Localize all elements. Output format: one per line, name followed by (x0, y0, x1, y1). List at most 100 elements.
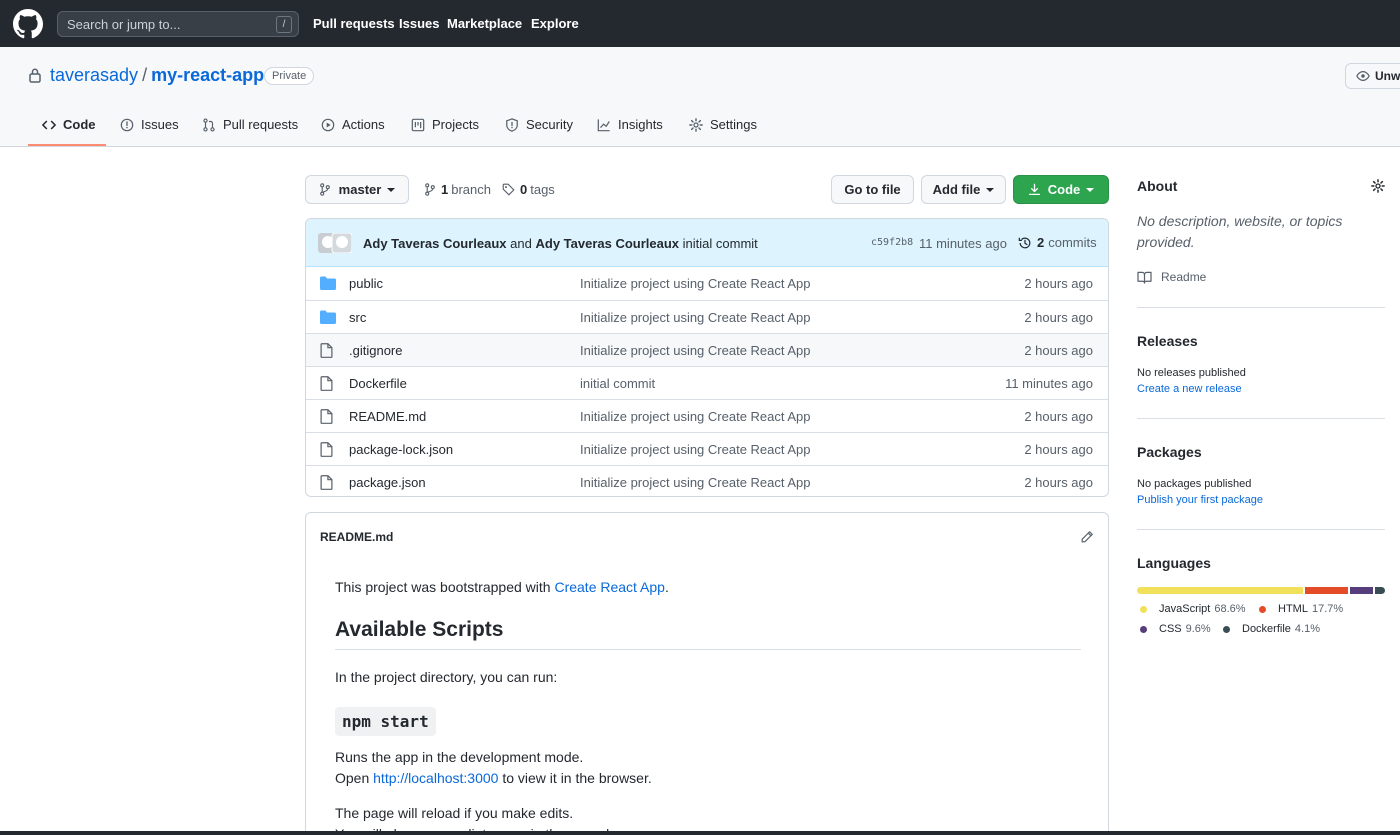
file-name-link[interactable]: src (349, 310, 366, 325)
tab-label: Code (63, 117, 96, 132)
language-item[interactable]: HTML 17.7% (1259, 603, 1343, 615)
branch-select-button[interactable]: master (305, 175, 409, 204)
tab-label: Insights (618, 117, 663, 132)
file-commit-message-link[interactable]: Initialize project using Create React Ap… (580, 310, 811, 325)
readme-text: to view it in the browser. (498, 770, 652, 786)
table-row[interactable]: Dockerfile initial commit 11 minutes ago (306, 366, 1108, 399)
chevron-down-icon (1086, 187, 1095, 192)
tab-actions[interactable]: Actions (321, 109, 385, 147)
repo-path: taverasady / my-react-app (50, 65, 264, 86)
table-row[interactable]: package.json Initialize project using Cr… (306, 465, 1108, 496)
commits-link[interactable]: 2 commits (1018, 235, 1097, 250)
avatar[interactable] (318, 233, 352, 253)
branch-count: 1 (441, 182, 449, 197)
branches-link[interactable]: 1 branch (424, 182, 491, 197)
table-row[interactable]: .gitignore Initialize project using Crea… (306, 333, 1108, 366)
folder-icon (320, 310, 336, 324)
github-logo-icon[interactable] (13, 9, 43, 39)
readme-text: Open (335, 770, 374, 786)
code-download-button[interactable]: Code (1013, 175, 1109, 204)
readme-link[interactable]: Readme (1137, 270, 1206, 284)
file-name-link[interactable]: package.json (349, 475, 426, 490)
code-button-label: Code (1047, 182, 1081, 197)
lock-icon (29, 68, 41, 83)
divider (1137, 307, 1385, 308)
language-item[interactable]: CSS 9.6% (1140, 623, 1211, 635)
packages-heading[interactable]: Packages (1137, 444, 1202, 460)
file-name-link[interactable]: package-lock.json (349, 442, 453, 457)
file-commit-message-link[interactable]: Initialize project using Create React Ap… (580, 343, 811, 358)
repo-owner-link[interactable]: taverasady (50, 65, 138, 85)
table-row[interactable]: package-lock.json Initialize project usi… (306, 432, 1108, 465)
commit-message-link[interactable]: initial commit (683, 236, 758, 251)
nav-explore[interactable]: Explore (531, 16, 579, 31)
repo-path-separator: / (142, 65, 148, 85)
language-item[interactable]: Dockerfile 4.1% (1223, 623, 1320, 635)
tab-pull-requests[interactable]: Pull requests (202, 109, 298, 147)
gear-icon[interactable] (1371, 179, 1385, 193)
unwatch-button[interactable]: Unwa (1345, 63, 1400, 89)
commit-count-label: commits (1048, 235, 1097, 250)
divider (1137, 418, 1385, 419)
search-input[interactable]: Search or jump to... / (57, 11, 299, 37)
tags-link[interactable]: 0 tags (502, 182, 555, 197)
language-color-dot (1259, 605, 1266, 613)
file-commit-message-link[interactable]: Initialize project using Create React Ap… (580, 442, 811, 457)
publish-package-link[interactable]: Publish your first package (1137, 494, 1263, 506)
table-row[interactable]: src Initialize project using Create Reac… (306, 300, 1108, 333)
repo-header: taverasady/my-react-app Private Unwa Cod… (0, 47, 1400, 147)
table-row[interactable]: README.md Initialize project using Creat… (306, 399, 1108, 432)
file-commit-message-link[interactable]: Initialize project using Create React Ap… (580, 409, 811, 424)
language-name: JavaScript (1159, 603, 1211, 615)
tab-code[interactable]: Code (42, 109, 96, 147)
commit-count: 2 (1037, 235, 1045, 250)
create-react-app-link[interactable]: Create React App (554, 579, 665, 595)
readme-heading: Available Scripts (335, 618, 504, 641)
tab-issues[interactable]: Issues (120, 109, 179, 147)
pencil-icon[interactable] (1080, 530, 1094, 544)
eye-icon (1356, 71, 1370, 81)
commit-sha-link[interactable]: c59f2b8 (871, 237, 913, 248)
repo-name-link[interactable]: my-react-app (151, 65, 264, 85)
create-release-link[interactable]: Create a new release (1137, 383, 1242, 395)
branch-count-label: branch (451, 182, 491, 197)
readme-code: npm start (335, 707, 436, 736)
about-heading: About (1137, 178, 1178, 194)
nav-pull-requests[interactable]: Pull requests (313, 16, 395, 31)
localhost-link[interactable]: http://localhost:3000 (373, 770, 498, 786)
language-percent: 4.1% (1294, 623, 1320, 635)
file-name-link[interactable]: README.md (349, 409, 426, 424)
nav-issues[interactable]: Issues (399, 16, 439, 31)
file-icon (320, 442, 333, 457)
tab-label: Projects (432, 117, 479, 132)
nav-marketplace[interactable]: Marketplace (447, 16, 522, 31)
language-percent: 17.7% (1311, 603, 1344, 615)
book-icon (1137, 271, 1152, 284)
file-name-link[interactable]: Dockerfile (349, 376, 407, 391)
file-name-link[interactable]: .gitignore (349, 343, 402, 358)
tag-count: 0 (520, 182, 528, 197)
project-icon (411, 118, 425, 132)
file-commit-message-link[interactable]: Initialize project using Create React Ap… (580, 475, 811, 490)
go-to-file-button[interactable]: Go to file (831, 175, 914, 204)
tab-label: Settings (710, 117, 757, 132)
commit-coauthor-link[interactable]: Ady Taveras Courleaux (536, 236, 680, 251)
file-commit-message-link[interactable]: Initialize project using Create React Ap… (580, 276, 811, 291)
file-commit-message-link[interactable]: initial commit (580, 376, 655, 391)
top-header: Search or jump to... / Pull requests Iss… (0, 0, 1400, 47)
file-name-link[interactable]: public (349, 276, 383, 291)
commit-author-link[interactable]: Ady Taveras Courleaux (363, 236, 507, 251)
readme-paragraph: Runs the app in the development mode. (335, 749, 584, 765)
tab-projects[interactable]: Projects (411, 109, 479, 147)
commit-summary: Ady Taveras Courleaux and Ady Taveras Co… (363, 236, 758, 251)
tab-security[interactable]: Security (505, 109, 573, 147)
file-age: 2 hours ago (1024, 475, 1093, 490)
tab-insights[interactable]: Insights (597, 109, 663, 147)
releases-heading[interactable]: Releases (1137, 333, 1198, 349)
tab-settings[interactable]: Settings (689, 109, 757, 147)
table-row[interactable]: public Initialize project using Create R… (306, 267, 1108, 300)
add-file-button[interactable]: Add file (921, 175, 1006, 204)
shield-icon (506, 118, 518, 132)
active-tab-indicator (28, 144, 106, 146)
language-item[interactable]: JavaScript 68.6% (1140, 603, 1246, 615)
